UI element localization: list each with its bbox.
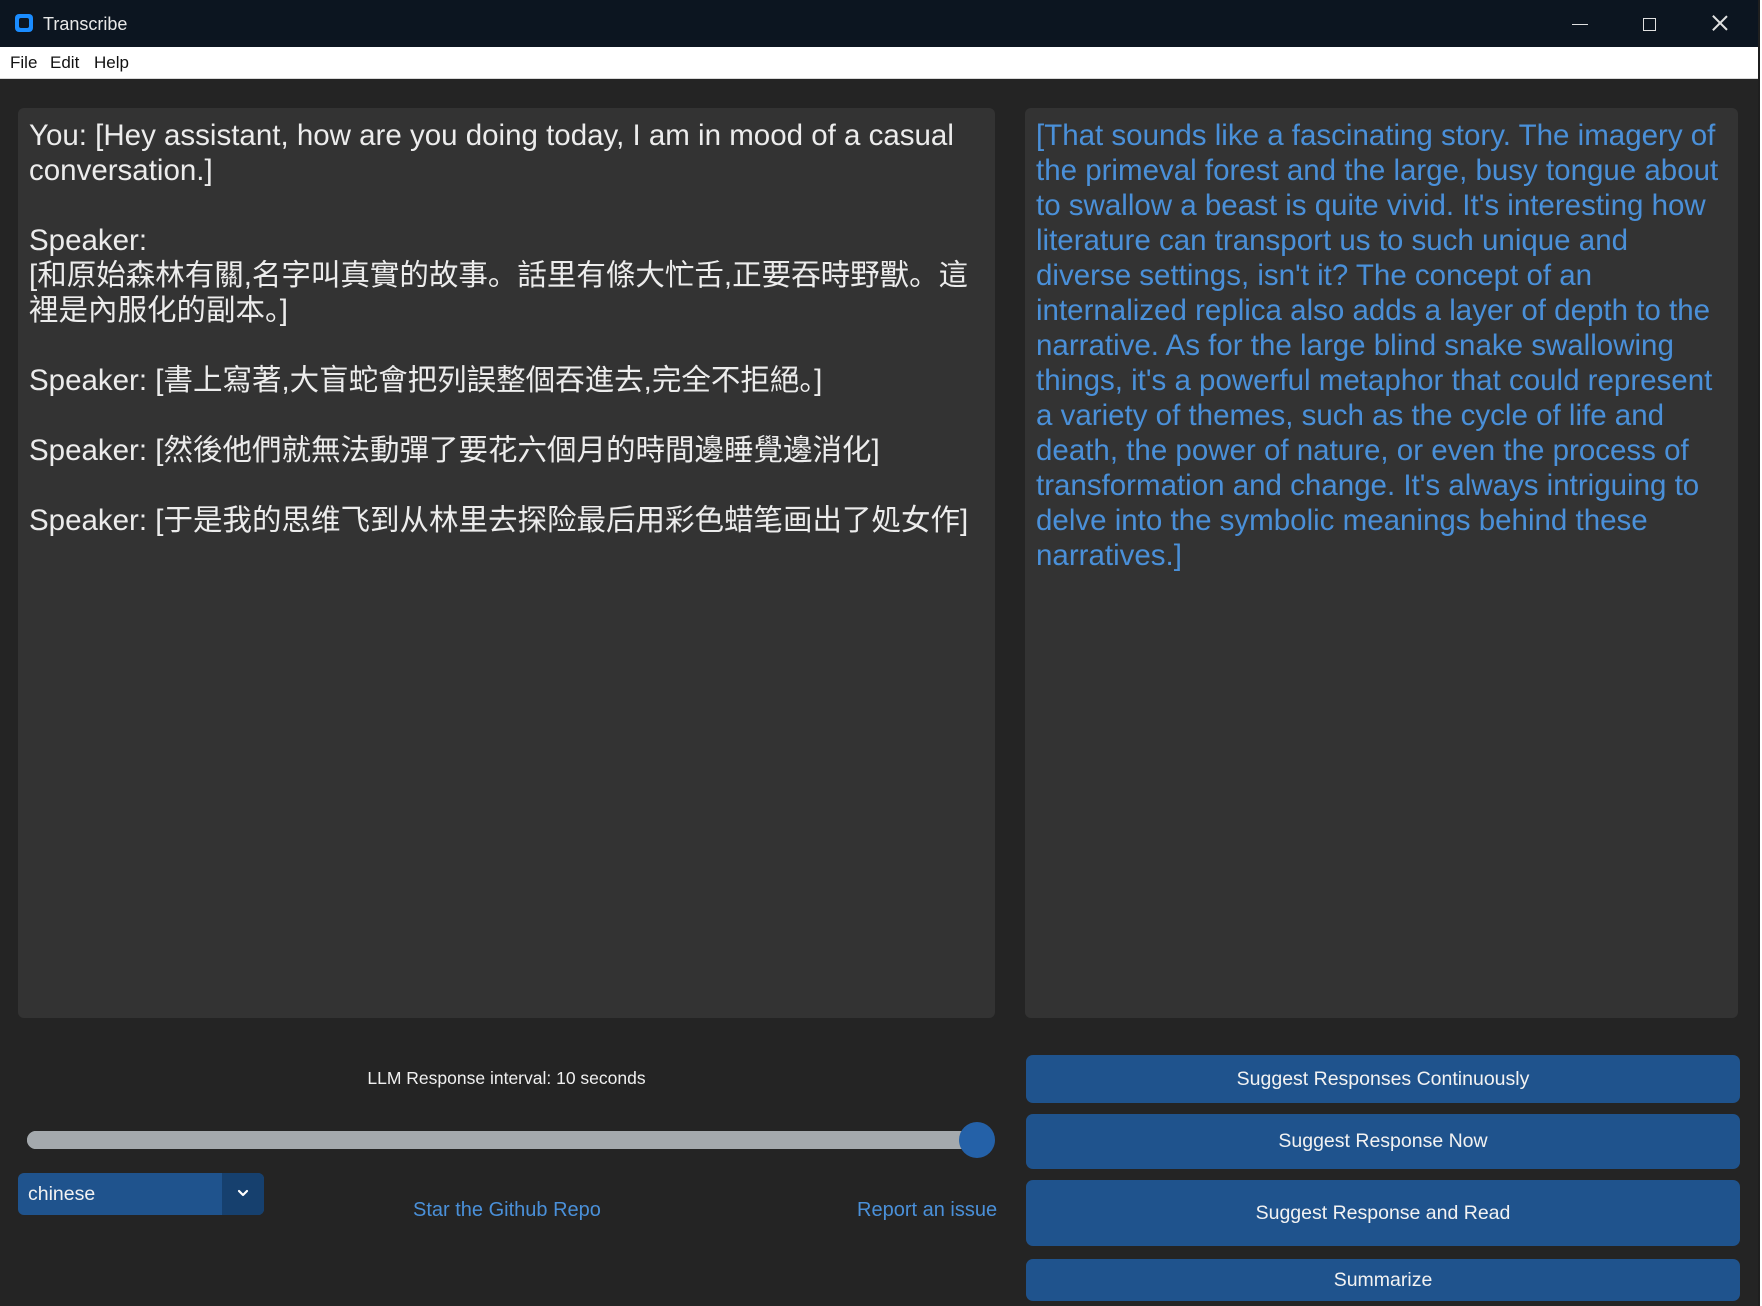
menu-file[interactable]: File <box>10 53 37 73</box>
title-bar[interactable]: Transcribe <box>0 0 1758 47</box>
minimize-icon <box>1572 24 1588 25</box>
interval-label: LLM Response interval: 10 seconds <box>367 1068 646 1088</box>
slider-track-fill <box>27 1131 977 1149</box>
summarize-button[interactable]: Summarize <box>1026 1259 1740 1301</box>
app-icon <box>15 14 33 32</box>
close-icon <box>1712 15 1728 31</box>
menu-help[interactable]: Help <box>94 53 129 73</box>
language-value: chinese <box>28 1183 96 1205</box>
close-button[interactable] <box>1685 0 1755 47</box>
transcript-text: You: [Hey assistant, how are you doing t… <box>29 119 969 537</box>
maximize-button[interactable] <box>1615 0 1685 47</box>
app-window: Transcribe File Edit Help You: [Hey assi… <box>0 0 1760 1306</box>
slider-thumb[interactable] <box>959 1122 995 1158</box>
menu-edit[interactable]: Edit <box>50 53 79 73</box>
language-dropdown-button[interactable] <box>222 1173 264 1215</box>
minimize-button[interactable] <box>1545 0 1615 47</box>
language-select[interactable]: chinese <box>18 1173 264 1215</box>
chevron-down-icon <box>237 1189 249 1197</box>
interval-slider[interactable] <box>27 1122 995 1158</box>
response-text: [That sounds like a fascinating story. T… <box>1036 119 1727 572</box>
maximize-icon <box>1643 18 1656 31</box>
window-title: Transcribe <box>43 14 128 34</box>
transcript-textbox[interactable]: You: [Hey assistant, how are you doing t… <box>18 108 995 1018</box>
suggest-continuous-button[interactable]: Suggest Responses Continuously <box>1026 1055 1740 1103</box>
suggest-read-button[interactable]: Suggest Response and Read <box>1026 1180 1740 1246</box>
menu-bar: File Edit Help <box>0 47 1758 79</box>
response-textbox[interactable]: [That sounds like a fascinating story. T… <box>1025 108 1738 1018</box>
github-link[interactable]: Star the Github Repo <box>413 1198 601 1222</box>
suggest-now-button[interactable]: Suggest Response Now <box>1026 1114 1740 1169</box>
report-issue-link[interactable]: Report an issue <box>857 1198 997 1222</box>
